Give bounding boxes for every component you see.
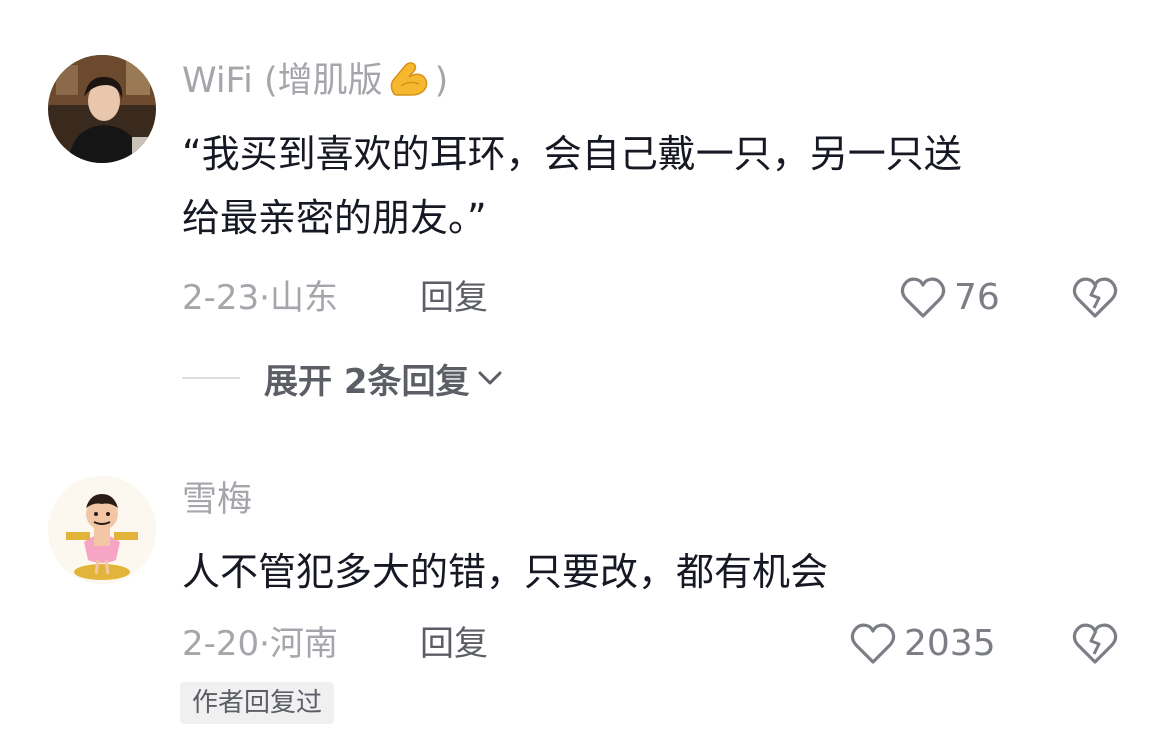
avatar[interactable] — [48, 476, 156, 584]
like-button[interactable]: 2035 — [850, 622, 996, 666]
comment-text: 人不管犯多大的错，只要改，都有机会 — [182, 540, 1122, 604]
comment-line: “我买到喜欢的耳环，会自己戴一只，另一只送 — [182, 132, 962, 176]
avatar[interactable] — [48, 55, 156, 163]
broken-heart-icon — [1072, 623, 1118, 664]
dislike-button[interactable] — [1072, 622, 1118, 666]
comment-date: 2-20 — [182, 624, 260, 664]
comment-item: WiFi (增肌版 ) “我买到喜欢的耳环，会自己戴一只，另一只送 给最亲密的朋… — [0, 0, 1169, 420]
heart-icon — [900, 277, 946, 318]
reply-button[interactable]: 回复 — [420, 276, 488, 320]
meta-separator: · — [259, 624, 270, 664]
like-count: 76 — [954, 277, 1000, 318]
comment-date: 2-23 — [182, 278, 260, 318]
expand-replies-label: 展开 2条回复 — [264, 361, 470, 402]
heart-icon — [850, 623, 896, 664]
comment-meta: 2-20·河南 — [182, 622, 338, 666]
like-button[interactable]: 76 — [900, 276, 1000, 320]
dislike-button[interactable] — [1072, 276, 1118, 320]
expand-replies-button[interactable]: 展开 2条回复 — [182, 354, 504, 402]
divider — [182, 377, 240, 379]
comment-line: 人不管犯多大的错，只要改，都有机会 — [182, 550, 829, 594]
chevron-down-icon — [478, 371, 501, 385]
comment-text: “我买到喜欢的耳环，会自己戴一只，另一只送 给最亲密的朋友。” — [182, 122, 1122, 250]
flexed-biceps-icon — [387, 58, 431, 109]
like-count: 2035 — [904, 623, 996, 664]
reply-button[interactable]: 回复 — [420, 622, 488, 666]
comment-item: 雪梅 人不管犯多大的错，只要改，都有机会 2-20·河南 回复 2035 — [0, 420, 1169, 744]
username-text: WiFi (增肌版 — [182, 61, 383, 101]
author-replied-badge: 作者回复过 — [180, 682, 335, 724]
comment-line: 给最亲密的朋友。” — [182, 196, 487, 240]
username-suffix: ) — [434, 61, 449, 101]
comment-meta: 2-23·山东 — [182, 276, 338, 320]
meta-separator: · — [259, 278, 270, 318]
username[interactable]: 雪梅 — [182, 478, 252, 522]
username[interactable]: WiFi (增肌版 ) — [182, 58, 448, 109]
comment-location: 河南 — [269, 624, 338, 664]
broken-heart-icon — [1072, 277, 1118, 318]
comment-location: 山东 — [269, 278, 338, 318]
